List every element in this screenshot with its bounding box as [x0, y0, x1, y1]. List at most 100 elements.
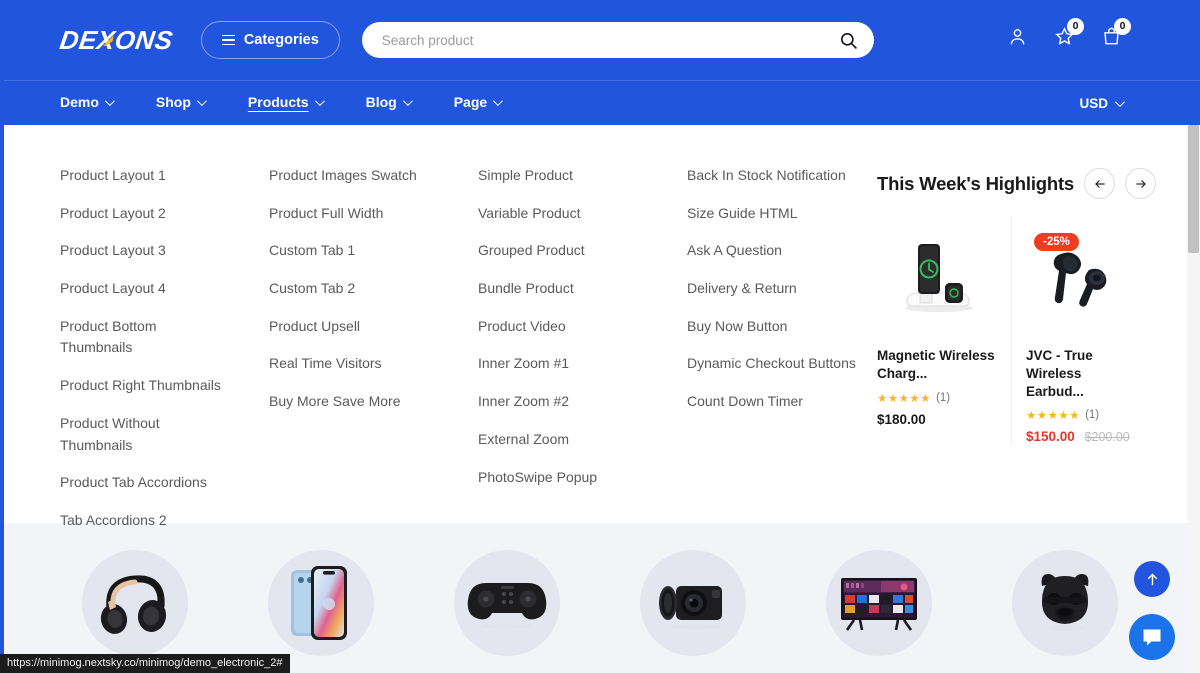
- mega-menu-link[interactable]: Ask A Question: [687, 240, 857, 262]
- category-item-cameras[interactable]: Cameras: [618, 550, 768, 673]
- account-link[interactable]: [1007, 26, 1028, 52]
- mega-menu-column-1: Product Layout 1 Product Layout 2 Produc…: [60, 165, 269, 528]
- mega-menu-link[interactable]: PhotoSwipe Popup: [478, 467, 648, 489]
- product-rating: ★★★★★ (1): [877, 391, 997, 405]
- wishlist-link[interactable]: 0: [1054, 18, 1084, 52]
- product-card[interactable]: -25% JVC - True Wireless Earbud... ★★★★★…: [1011, 217, 1145, 445]
- mega-menu-link[interactable]: Count Down Timer: [687, 391, 857, 413]
- mega-menu-link[interactable]: Variable Product: [478, 203, 648, 225]
- product-card[interactable]: Magnetic Wireless Charg... ★★★★★ (1) $18…: [877, 217, 1011, 444]
- mega-menu-link[interactable]: Product Tab Accordions: [60, 472, 230, 494]
- category-image: [826, 550, 932, 656]
- mega-menu-link[interactable]: Product Without Thumbnails: [60, 413, 230, 456]
- highlights-next-button[interactable]: [1125, 168, 1157, 199]
- star-rating-icon: ★★★★★: [877, 390, 932, 405]
- mega-menu-link[interactable]: Bundle Product: [478, 278, 648, 300]
- chevron-down-icon: [314, 95, 325, 106]
- game-controller-icon: [467, 583, 547, 629]
- mega-menu-column-3: Simple Product Variable Product Grouped …: [478, 165, 687, 487]
- category-item-smart-tv[interactable]: Smart TV: [804, 550, 954, 673]
- chat-bubble-icon: [1143, 629, 1161, 646]
- currency-value: USD: [1079, 95, 1108, 111]
- category-image: [454, 550, 560, 656]
- user-icon: [1010, 29, 1025, 45]
- mega-menu-link[interactable]: Size Guide HTML: [687, 203, 857, 225]
- main-navigation: Demo Shop Products Blog Page USD: [0, 80, 1200, 125]
- mega-menu-link[interactable]: Product Video: [478, 316, 648, 338]
- mega-menu-link[interactable]: Buy More Save More: [269, 391, 439, 413]
- mega-menu-link[interactable]: Product Full Width: [269, 203, 439, 225]
- vertical-scrollbar[interactable]: [1187, 125, 1200, 673]
- mega-menu-column-4: Back In Stock Notification Size Guide HT…: [687, 165, 877, 487]
- site-header: DEXONS Categories 0: [0, 0, 1200, 80]
- nav-label: Blog: [365, 94, 397, 110]
- mega-menu-link[interactable]: Product Right Thumbnails: [60, 375, 230, 397]
- brand-logo[interactable]: DEXONS: [58, 25, 175, 55]
- scrollbar-thumb[interactable]: [1188, 125, 1199, 253]
- nav-label: Products: [247, 94, 309, 110]
- mega-menu-link[interactable]: Product Upsell: [269, 316, 439, 338]
- mega-menu-link[interactable]: Product Layout 1: [60, 165, 230, 187]
- highlights-prev-button[interactable]: [1084, 168, 1116, 199]
- nav-item-products[interactable]: Products: [247, 94, 325, 112]
- search-submit-button[interactable]: [837, 31, 860, 50]
- mega-menu-link[interactable]: Product Layout 3: [60, 240, 230, 262]
- cart-link[interactable]: 0: [1101, 18, 1131, 52]
- mega-menu-link[interactable]: Inner Zoom #2: [478, 391, 648, 413]
- search-input[interactable]: [381, 32, 837, 48]
- category-image: [268, 550, 374, 656]
- mega-menu-link[interactable]: Delivery & Return: [687, 278, 857, 300]
- mega-menu-link[interactable]: Product Images Swatch: [269, 165, 439, 187]
- bulldog-speaker-icon: [1041, 574, 1089, 631]
- mega-menu-link[interactable]: Custom Tab 2: [269, 278, 439, 300]
- chevron-down-icon: [196, 95, 207, 106]
- nav-item-shop[interactable]: Shop: [156, 94, 207, 112]
- mega-menu-link[interactable]: Tab Accordions 2: [60, 510, 230, 532]
- chat-widget-button[interactable]: [1129, 614, 1175, 660]
- mega-menu-link[interactable]: Product Layout 4: [60, 278, 230, 300]
- browser-status-bar: https://minimog.nextsky.co/minimog/demo_…: [0, 654, 290, 673]
- mega-menu-link[interactable]: Grouped Product: [478, 240, 648, 262]
- mega-menu-link[interactable]: Custom Tab 1: [269, 240, 439, 262]
- mega-menu-link[interactable]: Product Layout 2: [60, 203, 230, 225]
- cart-count-badge: 0: [1114, 18, 1131, 35]
- mega-menu-link[interactable]: Inner Zoom #1: [478, 353, 648, 375]
- star-rating-icon: ★★★★★: [1026, 408, 1081, 423]
- nav-item-blog[interactable]: Blog: [365, 94, 413, 112]
- product-price: $150.00 $200.00: [1026, 429, 1131, 444]
- product-title[interactable]: Magnetic Wireless Charg...: [877, 347, 997, 383]
- nav-item-page[interactable]: Page: [453, 94, 504, 112]
- product-image: [877, 217, 997, 333]
- mega-menu-link[interactable]: Buy Now Button: [687, 316, 857, 338]
- categories-button[interactable]: Categories: [200, 21, 340, 59]
- currency-selector[interactable]: USD: [1079, 95, 1125, 111]
- nav-item-demo[interactable]: Demo: [60, 94, 115, 112]
- mega-menu-link[interactable]: External Zoom: [478, 429, 648, 451]
- product-price: $180.00: [877, 412, 997, 427]
- mega-menu-link[interactable]: Dynamic Checkout Buttons: [687, 353, 857, 375]
- nav-label: Demo: [60, 94, 99, 110]
- category-item-video-games[interactable]: Video Games: [432, 550, 582, 673]
- mega-menu-columns: Product Layout 1 Product Layout 2 Produc…: [60, 165, 877, 528]
- search-bar[interactable]: [361, 22, 874, 58]
- headphones-icon: [100, 575, 167, 634]
- products-mega-menu: Product Layout 1 Product Layout 2 Produc…: [0, 125, 1200, 528]
- mega-menu-link[interactable]: Real Time Visitors: [269, 353, 439, 375]
- arrow-left-icon: [1094, 179, 1105, 188]
- back-to-top-button[interactable]: [1134, 561, 1170, 597]
- search-icon: [840, 32, 857, 49]
- categories-button-label: Categories: [243, 32, 319, 48]
- category-item-speakers[interactable]: Speakers: [990, 550, 1140, 673]
- mega-menu-link[interactable]: Simple Product: [478, 165, 648, 187]
- nav-items: Demo Shop Products Blog Page: [60, 94, 504, 112]
- nav-label: Page: [453, 94, 488, 110]
- mega-menu-link[interactable]: Back In Stock Notification: [687, 165, 857, 187]
- category-carousel: Headphones Cell Phones: [0, 523, 1200, 673]
- product-title[interactable]: JVC - True Wireless Earbud...: [1026, 347, 1131, 400]
- review-count: (1): [1085, 409, 1100, 422]
- magnetic-wireless-charger-icon: [905, 244, 973, 312]
- highlights-product-list: Magnetic Wireless Charg... ★★★★★ (1) $18…: [877, 217, 1145, 445]
- product-rating: ★★★★★ (1): [1026, 408, 1131, 422]
- mega-menu-link[interactable]: Product Bottom Thumbnails: [60, 316, 230, 359]
- discount-badge: -25%: [1034, 233, 1079, 251]
